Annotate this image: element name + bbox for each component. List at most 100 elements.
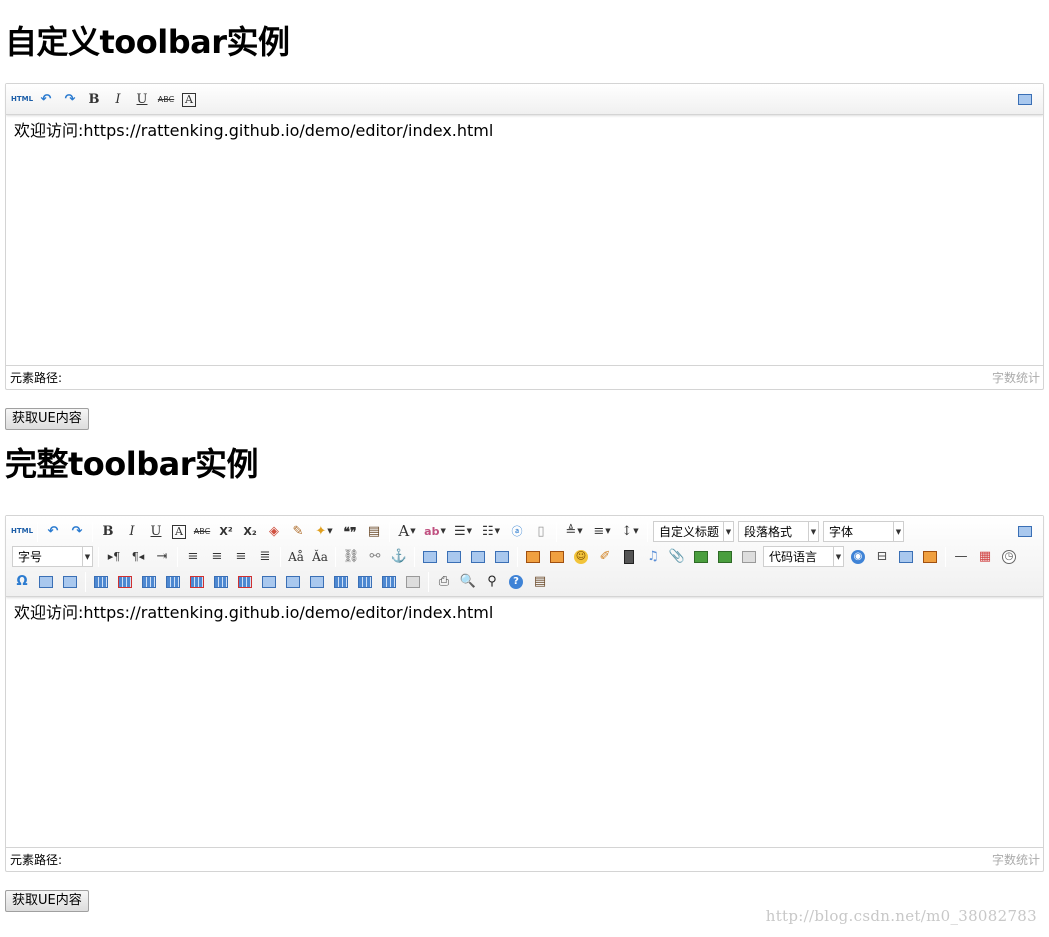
- html-source-icon[interactable]: HTML: [11, 89, 33, 111]
- row-spacing-bottom-icon[interactable]: ≡ ▼: [589, 521, 615, 543]
- insert-col-icon[interactable]: [210, 571, 232, 593]
- delete-col-icon[interactable]: [234, 571, 256, 593]
- merge-down-icon[interactable]: [306, 571, 328, 593]
- split-to-cells-icon[interactable]: [330, 571, 352, 593]
- template-icon[interactable]: [895, 546, 917, 568]
- eraser-icon[interactable]: ◈: [263, 521, 285, 543]
- row-spacing-top-icon[interactable]: ≜ ▼: [561, 521, 587, 543]
- simple-upload-icon[interactable]: [522, 546, 544, 568]
- font-family-select[interactable]: 字体 ▼: [823, 521, 904, 542]
- background-icon[interactable]: [919, 546, 941, 568]
- underline-icon[interactable]: U: [131, 89, 153, 111]
- subscript-icon[interactable]: X₂: [239, 521, 261, 543]
- underline-icon[interactable]: U: [145, 521, 167, 543]
- custom-heading-select[interactable]: 自定义标题 ▼: [653, 521, 734, 542]
- italic-icon[interactable]: I: [107, 89, 129, 111]
- editor-content-area[interactable]: 欢迎访问:https://rattenking.github.io/demo/e…: [6, 597, 1043, 847]
- get-content-button[interactable]: 获取UE内容: [5, 890, 89, 912]
- undo-icon[interactable]: ↶: [35, 89, 57, 111]
- toolbar-separator: [85, 571, 86, 592]
- insert-video-icon[interactable]: [618, 546, 640, 568]
- format-brush-icon[interactable]: ✎: [287, 521, 309, 543]
- toolbar-custom: HTML ↶ ↷ B I U ABC A: [6, 84, 1043, 115]
- insert-frame-icon[interactable]: [738, 546, 760, 568]
- page-break-icon[interactable]: ⊟: [871, 546, 893, 568]
- undo-icon[interactable]: ↶: [42, 521, 64, 543]
- time-icon[interactable]: ◷: [998, 546, 1020, 568]
- delete-row-icon[interactable]: [186, 571, 208, 593]
- blockquote-icon[interactable]: ❝❞: [339, 521, 361, 543]
- image-center-icon[interactable]: [491, 546, 513, 568]
- scrawl-icon[interactable]: ✐: [594, 546, 616, 568]
- font-size-select[interactable]: 字号 ▼: [12, 546, 93, 567]
- lowercase-icon[interactable]: Ǎa: [309, 546, 331, 568]
- image-none-icon[interactable]: [419, 546, 441, 568]
- map-icon[interactable]: [690, 546, 712, 568]
- print-icon[interactable]: ⎙: [433, 571, 455, 593]
- help-icon[interactable]: ?: [505, 571, 527, 593]
- ordered-list-icon[interactable]: ☰ ▼: [450, 521, 476, 543]
- fullscreen-icon[interactable]: [1014, 88, 1036, 110]
- indent-icon[interactable]: ⇥: [151, 546, 173, 568]
- auto-typeset-icon[interactable]: ✦ ▼: [311, 521, 337, 543]
- redo-icon[interactable]: ↷: [59, 89, 81, 111]
- date-icon[interactable]: ▦: [974, 546, 996, 568]
- anchor-icon[interactable]: ⚓: [388, 546, 410, 568]
- align-center-icon[interactable]: ≡: [206, 546, 228, 568]
- search-replace-icon[interactable]: [35, 571, 57, 593]
- merge-cells-icon[interactable]: [258, 571, 280, 593]
- strikethrough-icon[interactable]: ABC: [155, 89, 177, 111]
- html-source-icon[interactable]: HTML: [11, 521, 33, 543]
- font-color-icon[interactable]: A ▼: [394, 521, 420, 543]
- italic-icon[interactable]: I: [121, 521, 143, 543]
- code-language-select[interactable]: 代码语言 ▼: [763, 546, 844, 567]
- bold-icon[interactable]: B: [83, 89, 105, 111]
- gmap-icon[interactable]: [714, 546, 736, 568]
- editor-content-area[interactable]: 欢迎访问:https://rattenking.github.io/demo/e…: [6, 115, 1043, 365]
- superscript-icon[interactable]: X²: [215, 521, 237, 543]
- preview-icon[interactable]: 🔍: [457, 571, 479, 593]
- attachment-icon[interactable]: 📎: [666, 546, 688, 568]
- word-image-icon[interactable]: [59, 571, 81, 593]
- align-left-icon[interactable]: ≡: [182, 546, 204, 568]
- background-color-icon[interactable]: ab ▼: [422, 521, 448, 543]
- image-left-icon[interactable]: [443, 546, 465, 568]
- music-icon[interactable]: ♫: [642, 546, 664, 568]
- fullscreen-icon[interactable]: [1014, 520, 1036, 542]
- split-to-rows-icon[interactable]: [354, 571, 376, 593]
- bold-icon[interactable]: B: [97, 521, 119, 543]
- insert-paragraph-before-table-icon[interactable]: [138, 571, 160, 593]
- insert-image-icon[interactable]: [546, 546, 568, 568]
- insert-table-icon[interactable]: [90, 571, 112, 593]
- clear-document-icon[interactable]: ▯: [530, 521, 552, 543]
- special-chars-icon[interactable]: Ω: [11, 571, 33, 593]
- insert-row-icon[interactable]: [162, 571, 184, 593]
- unlink-icon[interactable]: ⚯: [364, 546, 386, 568]
- search-icon[interactable]: ⚲: [481, 571, 503, 593]
- uppercase-icon[interactable]: Aå: [285, 546, 307, 568]
- get-content-button[interactable]: 获取UE内容: [5, 408, 89, 430]
- paragraph-format-select[interactable]: 段落格式 ▼: [738, 521, 819, 542]
- font-border-icon[interactable]: A: [172, 524, 186, 539]
- webapp-icon[interactable]: ◉: [847, 546, 869, 568]
- strikethrough-icon[interactable]: ABC: [191, 521, 213, 543]
- link-icon[interactable]: ⛓: [340, 546, 362, 568]
- emotion-icon[interactable]: ☺: [570, 546, 592, 568]
- select-all-icon[interactable]: ⓐ: [506, 521, 528, 543]
- ltr-direction-icon[interactable]: ▸¶: [103, 546, 125, 568]
- align-justify-icon[interactable]: ≣: [254, 546, 276, 568]
- rtl-direction-icon[interactable]: ¶◂: [127, 546, 149, 568]
- align-right-icon[interactable]: ≡: [230, 546, 252, 568]
- font-border-icon[interactable]: A: [182, 92, 196, 107]
- delete-table-icon[interactable]: [114, 571, 136, 593]
- redo-icon[interactable]: ↷: [66, 521, 88, 543]
- split-to-cols-icon[interactable]: [378, 571, 400, 593]
- paste-plain-icon[interactable]: ▤: [363, 521, 385, 543]
- merge-right-icon[interactable]: [282, 571, 304, 593]
- image-right-icon[interactable]: [467, 546, 489, 568]
- horizontal-rule-icon[interactable]: —: [950, 546, 972, 568]
- drafts-icon[interactable]: ▤: [529, 571, 551, 593]
- unordered-list-icon[interactable]: ☷ ▼: [478, 521, 504, 543]
- line-height-icon[interactable]: ↕ ▼: [617, 521, 643, 543]
- chart-icon[interactable]: [402, 571, 424, 593]
